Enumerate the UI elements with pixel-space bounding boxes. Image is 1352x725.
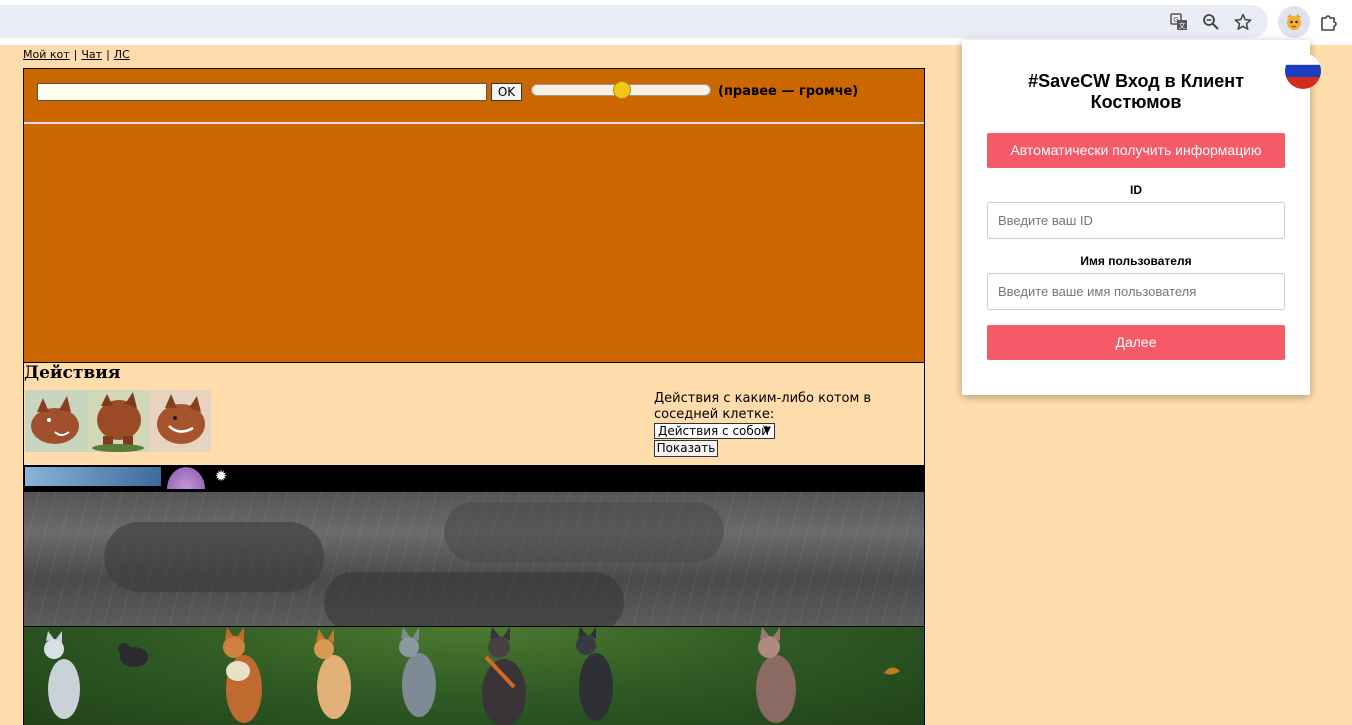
russia-flag-icon[interactable] (1285, 53, 1321, 89)
moon-phase-icon (167, 467, 205, 489)
nav-link-my-cat[interactable]: Мой кот (23, 48, 70, 61)
id-label: ID (1130, 183, 1142, 197)
nav-link-pm[interactable]: ЛС (114, 48, 130, 61)
popup-title: #SaveCW Вход в Клиент Костюмов (1028, 71, 1244, 112)
neighbour-actions-text: Действия с каким-либо котом в соседней к… (654, 391, 872, 422)
volume-slider-thumb[interactable] (613, 81, 631, 99)
cat-sprite[interactable] (576, 627, 613, 721)
leaf-icon (884, 667, 900, 675)
show-button[interactable]: Показать (654, 440, 718, 457)
cat-extension-icon[interactable] (1278, 6, 1310, 38)
username-label: Имя пользователя (1080, 254, 1192, 268)
puzzle-icon[interactable] (1316, 10, 1342, 34)
chat-panel: OK (правее — громче) (23, 68, 925, 363)
auto-fetch-button[interactable]: Автоматически получить информацию (987, 133, 1285, 168)
action-cat-icon[interactable] (87, 390, 149, 452)
weather-area (23, 491, 925, 627)
nav-link-chat[interactable]: Чат (81, 48, 102, 61)
star-icon[interactable] (1232, 11, 1254, 33)
chat-input[interactable] (37, 83, 487, 101)
location-area (23, 627, 925, 725)
ok-button[interactable]: OK (491, 83, 522, 101)
cat-sprite[interactable] (118, 643, 148, 667)
cat-sprite[interactable] (44, 631, 80, 719)
browser-toolbar: 文G (0, 0, 1352, 45)
status-bar: ✹ (23, 465, 925, 491)
actions-title: Действия (24, 363, 121, 383)
username-field[interactable]: Введите ваше имя пользователя (987, 273, 1285, 310)
svg-text:G: G (1173, 16, 1178, 24)
svg-text:文: 文 (1179, 21, 1186, 30)
cloud-shape (324, 572, 624, 626)
next-button[interactable]: Далее (987, 325, 1285, 360)
cat-sprite[interactable] (482, 627, 526, 725)
zoom-out-icon[interactable] (1200, 11, 1222, 33)
actions-select-value: Действия с собой (658, 424, 769, 438)
cloud-shape (444, 502, 724, 562)
sky-bar (25, 467, 161, 486)
translate-icon[interactable]: 文G (1168, 11, 1190, 33)
top-nav: Мой кот | Чат | ЛС (23, 48, 130, 61)
sun-icon: ✹ (214, 467, 228, 485)
action-thumbnails (25, 390, 211, 452)
chat-divider (24, 122, 924, 124)
nav-separator: | (106, 48, 110, 61)
action-cat-icon[interactable] (25, 390, 87, 452)
cat-sprite[interactable] (314, 629, 351, 719)
actions-panel: Действия Действия с каким-либо котом в с… (23, 363, 925, 465)
cat-sprite[interactable] (223, 627, 262, 723)
cloud-shape (104, 522, 324, 592)
nav-separator: | (73, 48, 78, 61)
action-cat-icon[interactable] (149, 390, 211, 452)
cat-sprite[interactable] (756, 627, 796, 723)
cat-sprite[interactable] (399, 627, 436, 717)
costume-client-popup: #SaveCW Вход в Клиент Костюмов Автоматич… (962, 40, 1321, 395)
actions-select[interactable]: Действия с собой ▼ (654, 423, 775, 439)
id-field[interactable]: Введите ваш ID (987, 202, 1285, 239)
address-bar[interactable] (0, 5, 1268, 38)
volume-label: (правее — громче) (718, 84, 859, 99)
cats-scene (44, 627, 900, 725)
chevron-down-icon: ▼ (763, 425, 771, 436)
